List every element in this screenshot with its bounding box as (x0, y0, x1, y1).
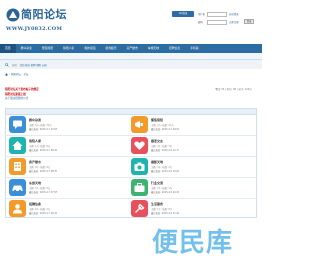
row-divider (5, 156, 257, 157)
forum-item[interactable]: 房产楼市 主题: 9千, 帖数: 6万 最后发表: 2025-4-7 08:33 (9, 158, 129, 178)
site-title[interactable]: 简阳论坛 (21, 9, 67, 21)
forum-item[interactable]: 婚恋交友 主题: 4千, 帖数: 3万 最后发表: 2025-4-6 22:17 (131, 137, 251, 157)
breadcrumb-separator: › (9, 72, 10, 76)
heart-icon (131, 137, 148, 154)
breadcrumb-item-site[interactable]: 简阳论坛 (11, 72, 21, 76)
forum-title[interactable]: 车旅天地 (29, 181, 41, 185)
site-url: WWW.JY0832.COM (6, 26, 63, 32)
breadcrumb-item-forum[interactable]: 论坛 (24, 72, 29, 76)
watermark-text: 便民库 (152, 228, 234, 258)
forum-title[interactable]: 简阳人家 (29, 139, 41, 143)
logo-mark-icon (6, 8, 20, 22)
nav-item-mobile[interactable]: 手机版 (185, 44, 203, 53)
register-link[interactable]: 立即注册 (229, 20, 239, 24)
breadcrumb: › 简阳论坛 › 论坛 (5, 72, 28, 76)
forum-title[interactable]: 摄影天地 (151, 160, 163, 164)
forum-last-post[interactable]: 最后发表: 2025-4-7 10:05 (29, 127, 57, 131)
megaphone-icon (131, 116, 148, 133)
site-header: 简阳论坛 WWW.JY0832.COM QQ登录 用户名 自动登录 密码 立即注… (0, 0, 262, 44)
forum-last-post[interactable]: 最后发表: 2025-4-7 09:12 (29, 211, 57, 215)
forum-last-post[interactable]: 最后发表: 2025-4-7 09:40 (29, 148, 57, 152)
forum-title[interactable]: 群众杂谈 (29, 118, 41, 122)
breadcrumb-separator: › (21, 72, 23, 76)
wrench-icon (131, 200, 148, 217)
forum-item[interactable]: 车旅天地 主题: 5千, 帖数: 4万 最后发表: 2025-4-7 07:55 (9, 179, 129, 199)
nav-item-home-garden[interactable]: 我的家园 (79, 44, 100, 53)
chat-bubble-icon (9, 116, 26, 133)
forum-item[interactable]: 生活服务 主题: 1千, 帖数: 8千 最后发表: 2025-4-6 21:44 (131, 200, 251, 220)
stats-label: 今日: (215, 88, 221, 91)
forum-title[interactable]: 行业交流 (151, 181, 163, 185)
person-icon (9, 200, 26, 217)
forum-item[interactable]: 简阳人家 主题: 1万, 帖数: 9万 最后发表: 2025-4-7 09:40 (9, 137, 129, 157)
nav-item-chat[interactable]: 群众杂谈 (16, 44, 37, 53)
row-divider (5, 135, 257, 136)
username-row: 用户名 自动登录 (198, 11, 258, 17)
nav-item-jobs[interactable]: 招聘信息 (164, 44, 185, 53)
forum-last-post[interactable]: 最后发表: 2025-4-7 07:55 (29, 190, 57, 194)
search-bar: 热搜: 活动 拆迁 招聘 简阳 公园 (0, 60, 262, 69)
camera-icon (131, 158, 148, 175)
hot-search-words[interactable]: 活动 拆迁 招聘 简阳 公园 (20, 63, 47, 67)
nav-item-property[interactable]: 房产楼市 (122, 44, 143, 53)
car-icon (9, 179, 26, 196)
forum-title[interactable]: 婚恋交友 (151, 139, 163, 143)
notice-item[interactable]: 关于版主招募的公告 (5, 97, 205, 102)
forum-item[interactable]: 招聘信息 主题: 6千, 帖数: 2万 最后发表: 2025-4-7 09:12 (9, 200, 129, 220)
forum-last-post[interactable]: 最后发表: 2025-4-6 18:02 (151, 169, 179, 173)
forum-item[interactable]: 摄影天地 主题: 3千, 帖数: 2万 最后发表: 2025-4-6 18:02 (131, 158, 251, 178)
username-input[interactable] (207, 11, 227, 17)
autologin-checkbox[interactable]: 自动登录 (229, 12, 239, 16)
row-divider (5, 198, 257, 199)
login-button[interactable]: 登录 (244, 19, 254, 24)
nav-item-focus[interactable]: 聚焦简阳 (37, 44, 58, 53)
nav-item-travel[interactable]: 车旅天地 (143, 44, 164, 53)
forum-last-post[interactable]: 最后发表: 2025-4-7 08:33 (29, 169, 57, 173)
hot-search-label: 热搜: (12, 63, 18, 67)
forum-item[interactable]: 聚焦简阳 主题: 2万, 帖数: 21万 最后发表: 2025-4-7 09:5… (131, 116, 251, 136)
search-icon[interactable] (5, 62, 9, 67)
forum-stats: 今日: 54 | 昨日: 80 | 帖子: 126万 (215, 88, 252, 92)
main-nav: 首页 群众杂谈 聚焦简阳 简阳人家 我的家园 游戏娱乐 房产楼市 车旅天地 招聘… (0, 44, 262, 53)
qq-login-button[interactable]: QQ登录 (172, 11, 194, 17)
forum-item[interactable]: 群众杂谈 主题: 3万, 帖数: 32万 最后发表: 2025-4-7 10:0… (9, 116, 129, 136)
forum-last-post[interactable]: 最后发表: 2025-4-5 16:20 (151, 190, 179, 194)
forum-title[interactable]: 招聘信息 (29, 202, 41, 206)
username-label: 用户名 (198, 13, 206, 16)
password-label: 密码 (198, 21, 203, 24)
home-icon[interactable] (5, 72, 8, 76)
password-input[interactable] (207, 19, 227, 25)
nav-item-games[interactable]: 游戏娱乐 (100, 44, 121, 53)
stats-value: 54 | 昨日: 80 | 帖子: 126万 (221, 88, 252, 91)
forum-title[interactable]: 房产楼市 (29, 160, 41, 164)
forum-title[interactable]: 聚焦简阳 (151, 118, 163, 122)
forum-last-post[interactable]: 最后发表: 2025-4-6 22:17 (151, 148, 179, 152)
building-icon (9, 158, 26, 175)
forum-last-post[interactable]: 最后发表: 2025-4-7 09:51 (151, 127, 179, 131)
forum-last-post[interactable]: 最后发表: 2025-4-6 21:44 (151, 211, 179, 215)
nav-item-home[interactable]: 首页 (0, 44, 16, 53)
forum-title[interactable]: 生活服务 (151, 202, 163, 206)
sub-nav (0, 53, 262, 60)
forum-section-header (6, 109, 256, 115)
briefcase-icon (131, 179, 148, 196)
forum-item[interactable]: 行业交流 主题: 2千, 帖数: 1万 最后发表: 2025-4-5 16:20 (131, 179, 251, 199)
house-icon (9, 137, 26, 154)
notice-list: 简阳论坛关于发布帖子的规定 简阳论坛新版上线 关于版主招募的公告 (5, 88, 205, 102)
nav-item-family[interactable]: 简阳人家 (58, 44, 79, 53)
row-divider (5, 177, 257, 178)
